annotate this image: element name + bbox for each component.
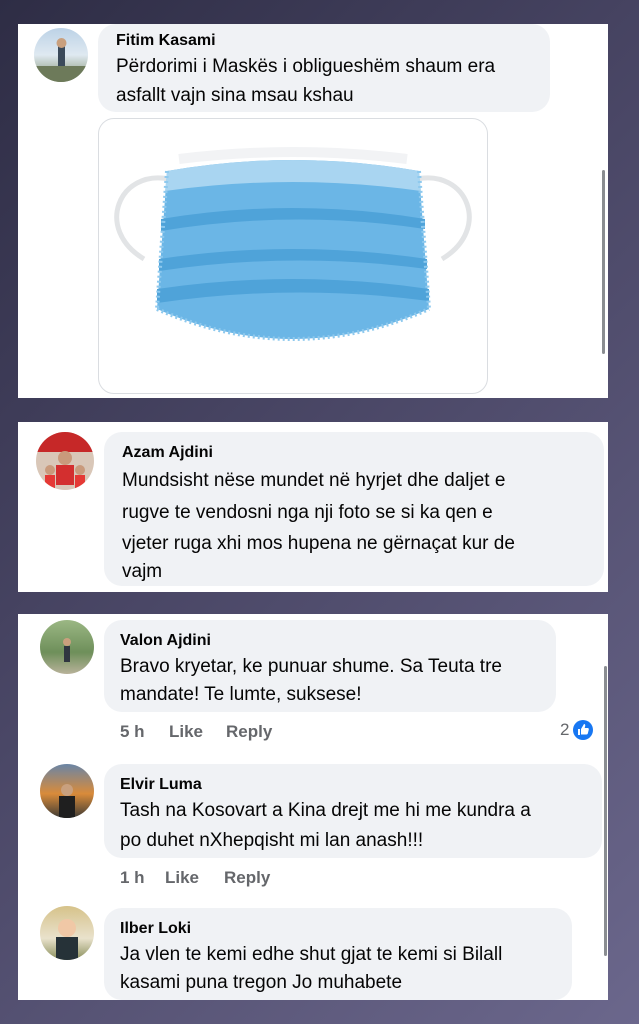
comment-card-1: Fitim Kasami Përdorimi i Maskës i obligu… xyxy=(18,24,608,398)
comment-text-line: Mundsisht nëse mundet në hyrjet dhe dalj… xyxy=(122,470,506,491)
comment-card-2: Azam Ajdini Mundsisht nëse mundet në hyr… xyxy=(18,422,608,592)
commenter-name[interactable]: Elvir Luma xyxy=(120,776,202,794)
comment-text-line: asfallt vajn sina msau kshau xyxy=(116,85,354,106)
scrollbar[interactable] xyxy=(604,666,607,956)
commenter-name[interactable]: Fitim Kasami xyxy=(116,32,216,50)
like-button[interactable]: Like xyxy=(169,722,203,742)
comment-card-3: Valon Ajdini Bravo kryetar, ke punuar sh… xyxy=(18,614,608,1000)
comment-text-line: Ja vlen te kemi edhe shut gjat te kemi s… xyxy=(120,944,503,965)
commenter-name[interactable]: Ilber Loki xyxy=(120,920,191,938)
comment-text-line: vajm xyxy=(122,561,163,582)
commenter-name[interactable]: Azam Ajdini xyxy=(122,444,213,462)
avatar[interactable] xyxy=(36,432,94,490)
avatar[interactable] xyxy=(40,906,94,960)
like-button[interactable]: Like xyxy=(165,868,199,888)
reply-button[interactable]: Reply xyxy=(226,722,272,742)
scrollbar[interactable] xyxy=(602,170,605,354)
comment-image[interactable] xyxy=(98,118,488,394)
comment-text-line: mandate! Te lumte, suksese! xyxy=(120,684,362,705)
avatar[interactable] xyxy=(40,764,94,818)
reply-button[interactable]: Reply xyxy=(224,868,270,888)
comment-text-line: Përdorimi i Maskës i obligueshëm shaum e… xyxy=(116,56,496,77)
avatar[interactable] xyxy=(34,28,88,82)
comment-text-line: Bravo kryetar, ke punuar shume. Sa Teuta… xyxy=(120,656,502,677)
comment-time[interactable]: 1 h xyxy=(120,868,145,888)
comment-text-line: Tash na Kosovart a Kina drejt me hi me k… xyxy=(120,800,531,821)
avatar[interactable] xyxy=(40,620,94,674)
comment-time[interactable]: 5 h xyxy=(120,722,145,742)
comment-actions: 5 h Like Reply xyxy=(120,722,420,744)
reaction-count[interactable]: 2 xyxy=(560,720,594,740)
reaction-count-value: 2 xyxy=(560,720,570,739)
comment-text-line: kasami puna tregon Jo muhabete xyxy=(120,972,403,993)
comment-text-line: vjeter ruga xhi mos hupena ne gërnaçat k… xyxy=(122,533,515,554)
surgical-mask-image xyxy=(114,147,472,341)
commenter-name[interactable]: Valon Ajdini xyxy=(120,632,211,650)
like-reaction-icon xyxy=(573,720,594,740)
comment-text-line: rugve te vendosni nga nji foto se si ka … xyxy=(122,502,493,523)
comment-actions: 1 h Like Reply xyxy=(120,868,420,890)
comment-text-line: po duhet nXhepqisht mi lan anash!!! xyxy=(120,830,424,851)
